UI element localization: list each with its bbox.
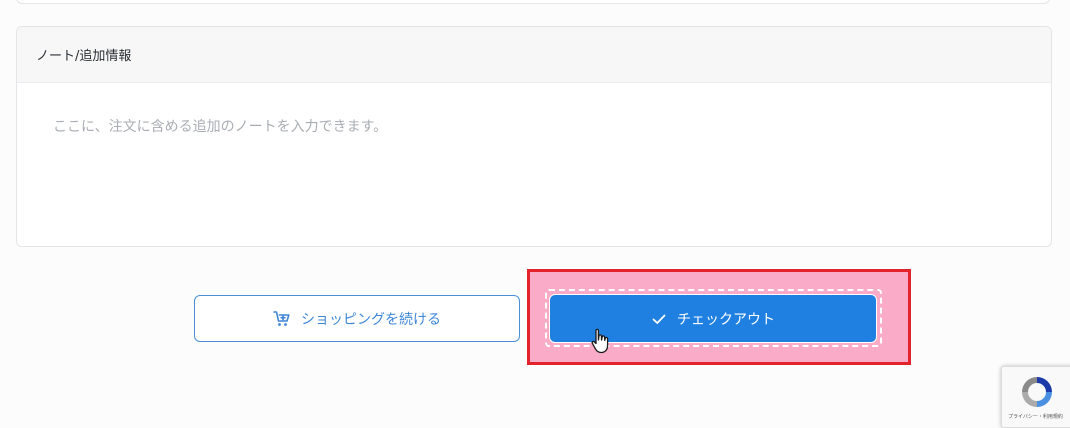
- notes-card-body: [17, 83, 1051, 246]
- notes-title: ノート/追加情報: [36, 49, 132, 64]
- checkout-label: チェックアウト: [677, 311, 775, 328]
- notes-textarea[interactable]: [17, 83, 1051, 246]
- hand-pointer-cursor-icon: [588, 327, 614, 357]
- recaptcha-logo-icon: [1018, 373, 1056, 411]
- continue-shopping-button[interactable]: ショッピングを続ける: [194, 295, 520, 342]
- notes-card: ノート/追加情報: [16, 26, 1052, 247]
- cart-plus-icon: [273, 310, 291, 328]
- check-icon: [651, 311, 667, 327]
- recaptcha-caption: プライバシー・利用規約: [1008, 414, 1063, 420]
- recaptcha-badge[interactable]: プライバシー・利用規約: [1001, 366, 1070, 428]
- continue-shopping-label: ショッピングを続ける: [301, 311, 441, 328]
- notes-card-header: ノート/追加情報: [17, 27, 1051, 83]
- previous-card-bottom-edge: [16, 0, 1050, 4]
